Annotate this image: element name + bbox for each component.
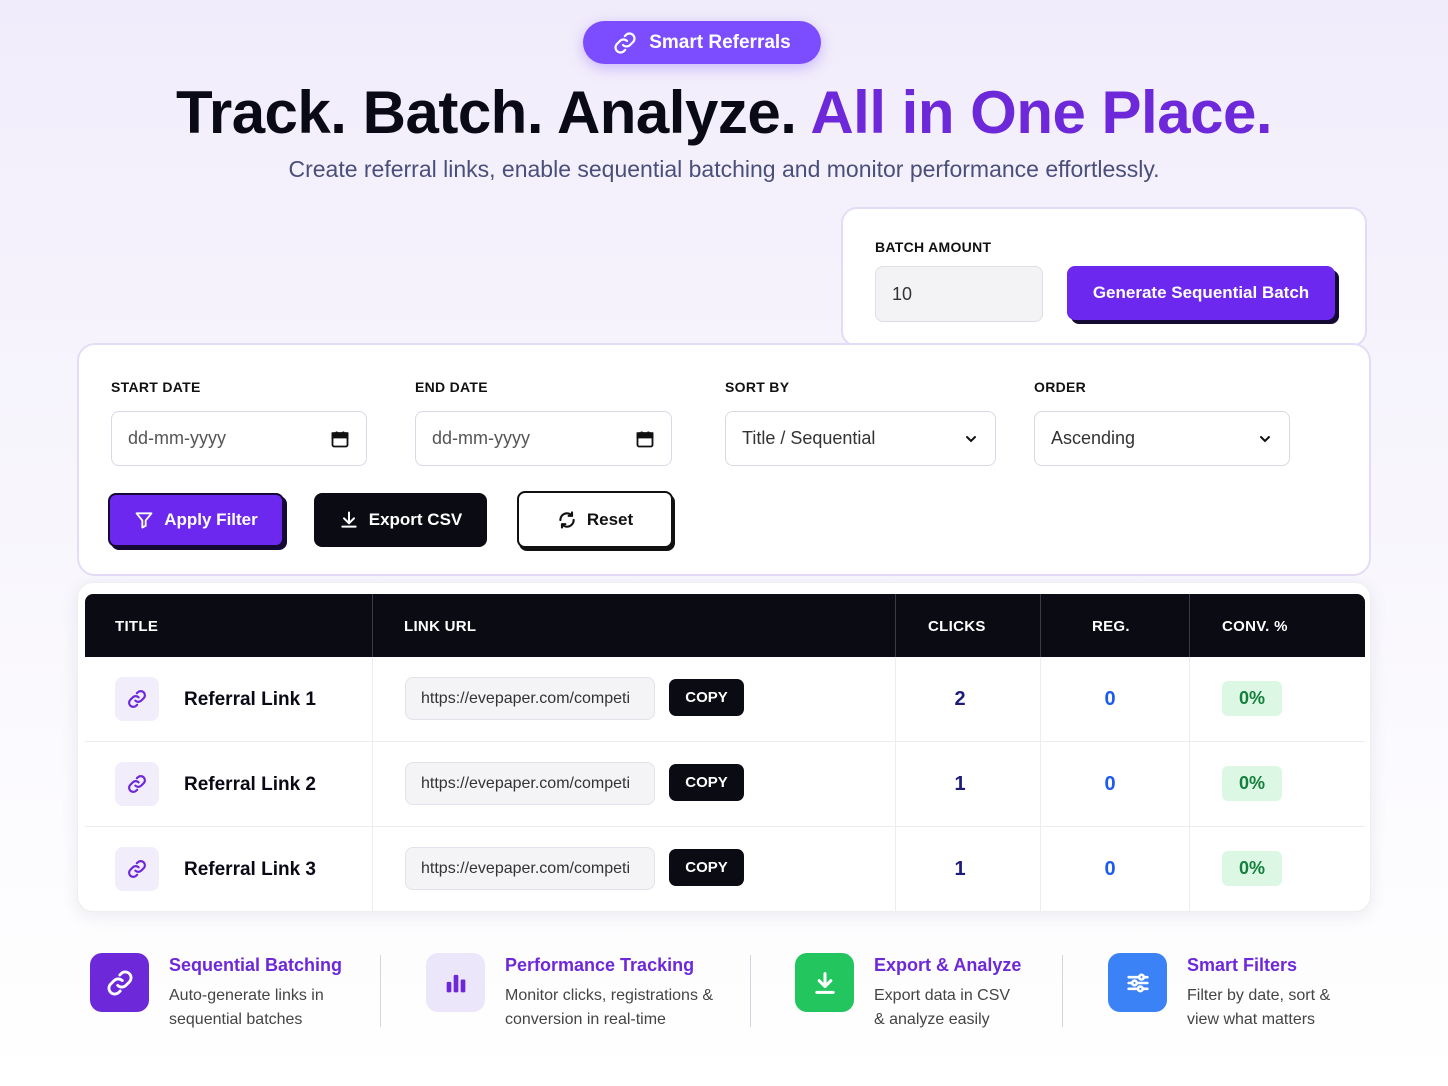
link-url-field[interactable]: https://evepaper.com/competi — [405, 677, 655, 720]
export-csv-label: Export CSV — [368, 510, 463, 529]
reset-button[interactable]: Reset — [517, 491, 673, 548]
sliders-icon — [1108, 953, 1167, 1012]
sort-by-select[interactable]: Title / Sequential — [725, 411, 996, 466]
sort-by-label: SORT BY — [725, 379, 790, 395]
conversion-badge: 0% — [1222, 681, 1282, 716]
start-date-input[interactable]: dd-mm-yyyy — [111, 411, 367, 466]
conversion-badge: 0% — [1222, 766, 1282, 801]
copy-button[interactable]: COPY — [669, 849, 744, 886]
apply-filter-button[interactable]: Apply Filter — [108, 493, 284, 547]
download-icon — [795, 953, 854, 1012]
feature-title: Sequential Batching — [169, 955, 343, 975]
feature-title: Smart Filters — [1187, 955, 1298, 975]
page-subtitle: Create referral links, enable sequential… — [288, 156, 1160, 182]
batch-card: BATCH AMOUNT 10 Generate Sequential Batc… — [841, 207, 1367, 347]
headline-main: Track. Batch. Analyze. — [176, 79, 797, 146]
feature-desc: Auto-generate links in sequential batche… — [169, 987, 324, 1028]
feature-desc: Export data in CSV & analyze easily — [874, 987, 1011, 1028]
header-title: TITLE — [115, 618, 159, 635]
reg-value: 0 — [1104, 773, 1116, 795]
chevron-down-icon — [1260, 435, 1270, 442]
end-date-placeholder: dd-mm-yyyy — [432, 428, 530, 448]
clicks-value: 2 — [954, 688, 966, 710]
order-label: ORDER — [1034, 379, 1087, 395]
link-icon — [90, 953, 149, 1012]
link-url-text: https://evepaper.com/competi — [421, 689, 630, 707]
table-row: Referral Link 1 https://evepaper.com/com… — [85, 657, 1365, 742]
batch-amount-label: BATCH AMOUNT — [875, 239, 992, 255]
batch-amount-value: 10 — [892, 283, 913, 304]
row-title: Referral Link 1 — [184, 689, 316, 710]
filter-icon — [135, 512, 153, 529]
link-icon — [115, 677, 159, 721]
header-clicks: CLICKS — [928, 618, 986, 635]
export-csv-button[interactable]: Export CSV — [314, 493, 487, 547]
calendar-icon — [636, 431, 654, 447]
reset-label: Reset — [586, 509, 634, 529]
clicks-value: 1 — [954, 773, 966, 795]
start-date-label: START DATE — [111, 379, 201, 395]
copy-button[interactable]: COPY — [669, 764, 744, 801]
link-icon — [115, 847, 159, 891]
refresh-icon — [559, 510, 575, 529]
batch-amount-input[interactable]: 10 — [875, 266, 1043, 322]
end-date-input[interactable]: dd-mm-yyyy — [415, 411, 672, 466]
conversion-badge: 0% — [1222, 851, 1282, 886]
reg-value: 0 — [1104, 858, 1116, 880]
link-url-text: https://evepaper.com/competi — [421, 859, 630, 877]
feature-desc: Filter by date, sort & view what matters — [1187, 987, 1331, 1028]
headline-accent: All in One Place. — [810, 79, 1272, 146]
referral-table: TITLE LINK URL CLICKS REG. CONV. % Refer… — [77, 582, 1371, 912]
link-url-field[interactable]: https://evepaper.com/competi — [405, 762, 655, 805]
table-header: TITLE LINK URL CLICKS REG. CONV. % — [85, 594, 1365, 657]
copy-button[interactable]: COPY — [669, 679, 744, 716]
feature-desc: Monitor clicks, registrations & conversi… — [505, 987, 714, 1028]
filter-card: START DATE dd-mm-yyyy END DATE dd-mm-yyy… — [77, 343, 1371, 576]
table-row: Referral Link 2 https://evepaper.com/com… — [85, 742, 1365, 827]
link-url-field[interactable]: https://evepaper.com/competi — [405, 847, 655, 890]
clicks-value: 1 — [954, 858, 966, 880]
sort-by-value: Title / Sequential — [742, 428, 876, 448]
header-conv: CONV. % — [1222, 618, 1288, 635]
feature-title: Export & Analyze — [874, 955, 1022, 975]
chevron-down-icon — [966, 435, 976, 442]
apply-filter-label: Apply Filter — [164, 510, 258, 529]
row-title: Referral Link 2 — [184, 774, 316, 795]
generate-batch-button[interactable]: Generate Sequential Batch — [1067, 266, 1335, 320]
link-icon — [614, 31, 636, 54]
start-date-placeholder: dd-mm-yyyy — [128, 428, 226, 448]
link-url-text: https://evepaper.com/competi — [421, 774, 630, 792]
reg-value: 0 — [1104, 688, 1116, 710]
calendar-icon — [331, 431, 349, 447]
order-value: Ascending — [1051, 428, 1136, 448]
end-date-label: END DATE — [415, 379, 488, 395]
header-link-url: LINK URL — [404, 618, 477, 635]
badge-label: Smart Referrals — [649, 31, 791, 53]
table-row: Referral Link 3 https://evepaper.com/com… — [85, 827, 1365, 912]
row-title: Referral Link 3 — [184, 859, 316, 880]
order-select[interactable]: Ascending — [1034, 411, 1290, 466]
link-icon — [115, 762, 159, 806]
feature-title: Performance Tracking — [505, 955, 695, 975]
download-icon — [341, 511, 357, 528]
header-reg: REG. — [1092, 618, 1130, 635]
smart-referrals-badge: Smart Referrals — [583, 21, 821, 64]
page-headline: Track. Batch. Analyze. All in One Place. — [0, 78, 1448, 147]
bar-chart-icon — [426, 953, 485, 1012]
